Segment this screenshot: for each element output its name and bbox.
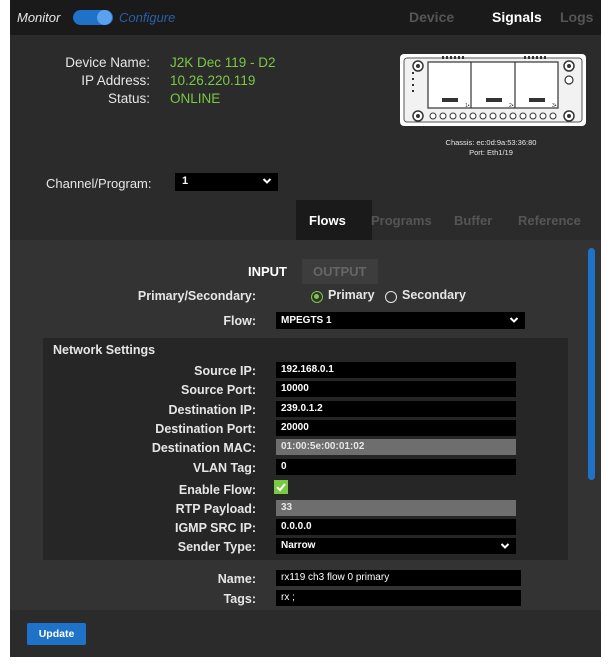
tab-flows[interactable]: Flows	[309, 213, 346, 228]
secondary-radio-label: Secondary	[402, 288, 466, 302]
flow-label: Flow:	[223, 314, 256, 328]
igmp-src-ip-input[interactable]: 0.0.0.0	[276, 519, 516, 535]
mode-monitor-label[interactable]: Monitor	[17, 10, 60, 25]
port-1-label: 1•	[465, 103, 470, 109]
secondary-radio[interactable]	[385, 291, 397, 303]
destination-ip-label: Destination IP:	[168, 403, 256, 417]
tab-buffer[interactable]: Buffer	[454, 213, 492, 228]
destination-port-label: Destination Port:	[155, 422, 256, 436]
sender-type-select[interactable]: Narrow	[276, 538, 516, 554]
flow-select[interactable]: MPEGTS 1	[276, 312, 525, 329]
tags-label: Tags:	[223, 592, 256, 606]
channel-program-value: 1	[182, 175, 189, 187]
tab-input[interactable]: INPUT	[248, 264, 287, 279]
source-port-label: Source Port:	[180, 383, 256, 397]
destination-ip-input[interactable]: 239.0.1.2	[276, 401, 516, 417]
flow-select-value: MPEGTS 1	[281, 315, 332, 326]
tags-input[interactable]: rx ;	[276, 590, 521, 606]
sender-type-value: Narrow	[281, 540, 316, 551]
rtp-payload-input: 33	[276, 500, 516, 516]
chevron-down-icon	[262, 178, 272, 184]
mode-configure-label[interactable]: Configure	[119, 10, 175, 25]
port-label: Port: Eth1/19	[469, 148, 513, 157]
top-bar: Monitor Configure Device Signals Logs	[10, 0, 601, 35]
port-2-label: 2•	[509, 103, 514, 109]
channel-program-label: Channel/Program:	[46, 176, 152, 191]
vlan-tag-label: VLAN Tag:	[193, 461, 256, 475]
check-icon	[276, 483, 286, 492]
primary-radio[interactable]	[311, 291, 323, 303]
tab-programs[interactable]: Programs	[371, 213, 432, 228]
status-label: Status:	[107, 91, 150, 106]
destination-mac-label: Destination MAC:	[151, 441, 256, 455]
ip-address-value: 10.26.220.119	[170, 73, 256, 88]
update-button[interactable]: Update	[27, 623, 86, 645]
ip-address-label: IP Address:	[81, 73, 150, 88]
panel-scrollbar[interactable]	[588, 248, 595, 480]
sender-type-label: Sender Type:	[177, 540, 256, 554]
name-input[interactable]: rx119 ch3 flow 0 primary	[276, 570, 521, 586]
network-settings-title: Network Settings	[53, 343, 156, 357]
tab-output[interactable]: OUTPUT	[313, 264, 366, 279]
chevron-down-icon	[500, 543, 510, 549]
igmp-src-ip-label: IGMP SRC IP:	[174, 521, 256, 535]
primary-radio-label: Primary	[328, 288, 375, 302]
device-name-value: J2K Dec 119 - D2	[170, 55, 276, 70]
primary-secondary-label: Primary/Secondary:	[137, 289, 256, 303]
source-ip-label: Source IP:	[194, 364, 256, 378]
destination-mac-input: 01:00:5e:00:01:02	[276, 439, 516, 455]
device-chassis-graphic: 1• 2• 3•	[400, 54, 586, 126]
name-label: Name:	[217, 572, 256, 586]
channel-program-select[interactable]: 1	[175, 173, 278, 191]
source-ip-input[interactable]: 192.168.0.1	[276, 362, 516, 378]
destination-port-input[interactable]: 20000	[276, 420, 516, 436]
device-name-label: Device Name:	[65, 55, 150, 70]
vlan-tag-input[interactable]: 0	[276, 459, 516, 475]
status-value: ONLINE	[170, 91, 221, 106]
toggle-knob	[97, 10, 112, 25]
enable-flow-label: Enable Flow:	[178, 483, 256, 497]
source-port-input[interactable]: 10000	[276, 381, 516, 397]
app-frame: Monitor Configure Device Signals Logs De…	[10, 0, 601, 657]
chassis-mac: Chassis: ec:0d:9a:53:36:80	[445, 138, 537, 147]
tab-reference[interactable]: Reference	[518, 213, 581, 228]
tab-device[interactable]: Device	[409, 9, 454, 25]
mode-toggle[interactable]	[73, 10, 113, 25]
tab-logs[interactable]: Logs	[560, 9, 593, 25]
chevron-down-icon	[509, 317, 519, 323]
enable-flow-checkbox[interactable]	[274, 480, 288, 494]
port-3-label: 3•	[552, 103, 557, 109]
rtp-payload-label: RTP Payload:	[175, 502, 256, 516]
tab-signals[interactable]: Signals	[492, 9, 542, 25]
